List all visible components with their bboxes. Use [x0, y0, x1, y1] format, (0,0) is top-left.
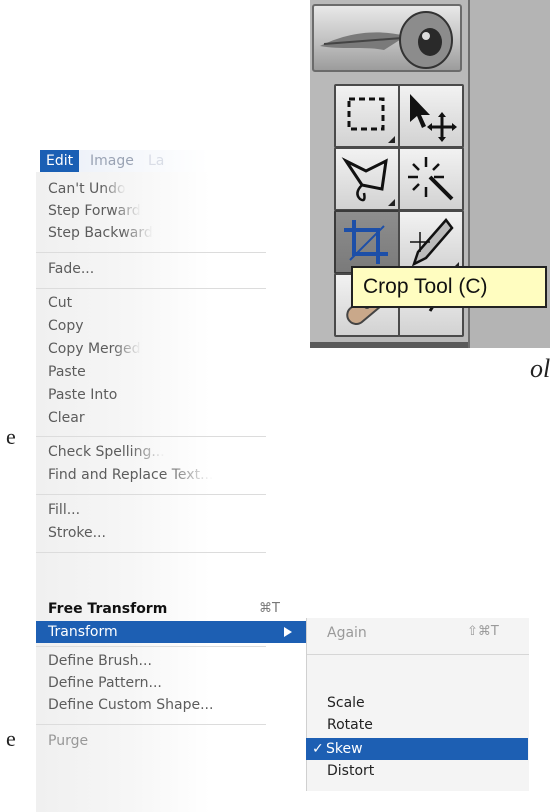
menu-separator: [36, 288, 266, 289]
checkmark-icon: ✓: [312, 741, 324, 757]
submenu-item-skew[interactable]: ✓ Skew: [306, 738, 528, 760]
magic-wand-tool-icon: [408, 157, 454, 201]
menu-item-paste[interactable]: Paste: [48, 361, 86, 383]
submenu-item-again[interactable]: Again: [327, 622, 367, 644]
crop-tool-tooltip: Crop Tool (C): [351, 266, 547, 308]
menu-item-free-transform[interactable]: Free Transform: [48, 598, 167, 620]
menu-item-fade[interactable]: Fade...: [48, 258, 94, 280]
menu-item-purge[interactable]: Purge: [48, 730, 88, 752]
lasso-tool-button[interactable]: [334, 147, 400, 211]
transform-submenu: Again ⇧⌘T Scale Rotate Distort: [306, 618, 529, 791]
menu-item-undo[interactable]: Can't Undo: [48, 178, 126, 200]
menu-item-cut[interactable]: Cut: [48, 292, 72, 314]
menu-item-fill[interactable]: Fill...: [48, 499, 80, 521]
menu-layer[interactable]: La: [142, 150, 170, 172]
menu-item-check-spelling[interactable]: Check Spelling...: [48, 441, 165, 463]
menu-separator: [36, 436, 266, 437]
menu-item-copy-merged[interactable]: Copy Merged: [48, 338, 141, 360]
menu-bar: Edit Image La: [40, 150, 280, 172]
menu-item-free-transform-label: Free Transform: [48, 601, 168, 617]
menu-item-transform-label: Transform: [48, 624, 118, 640]
free-transform-shortcut: ⌘T: [259, 601, 280, 616]
menu-item-define-custom-shape[interactable]: Define Custom Shape...: [48, 694, 213, 716]
move-tool-icon: [410, 94, 457, 142]
toolbox-bottom-edge: [310, 342, 468, 348]
menu-item-paste-into[interactable]: Paste Into: [48, 384, 117, 406]
submenu-item-rotate[interactable]: Rotate: [327, 714, 373, 736]
background-text-fragment: e: [6, 726, 16, 751]
toolbox-banner-logo[interactable]: [312, 4, 462, 72]
submenu-item-scale[interactable]: Scale: [327, 692, 365, 714]
menu-item-define-pattern[interactable]: Define Pattern...: [48, 672, 162, 694]
menu-item-define-brush[interactable]: Define Brush...: [48, 650, 152, 672]
submenu-item-skew-label: Skew: [326, 741, 363, 757]
menu-item-copy[interactable]: Copy: [48, 315, 84, 337]
menu-separator: [36, 646, 266, 647]
menu-separator: [36, 252, 266, 253]
edit-menu: Can't Undo Step Forward Step Backward Fa…: [36, 172, 304, 812]
submenu-item-distort[interactable]: Distort: [327, 760, 374, 782]
menu-separator: [36, 494, 266, 495]
menu-item-find-replace[interactable]: Find and Replace Text...: [48, 464, 213, 486]
background-text-fragment: ol: [530, 354, 550, 383]
menu-separator: [36, 724, 266, 725]
crop-tool-button[interactable]: [334, 210, 400, 274]
menu-item-step-backward[interactable]: Step Backward: [48, 222, 153, 244]
menu-image[interactable]: Image: [84, 150, 140, 172]
menu-item-transform[interactable]: Transform: [36, 621, 306, 643]
menu-item-stroke[interactable]: Stroke...: [48, 522, 106, 544]
menu-item-clear[interactable]: Clear: [48, 407, 85, 429]
menu-separator: [36, 552, 266, 553]
background-text-fragment: e: [6, 424, 16, 449]
submenu-separator: [307, 654, 529, 655]
magic-wand-tool-button[interactable]: [398, 147, 464, 211]
marquee-tool-button[interactable]: [334, 84, 400, 148]
menu-item-step-forward[interactable]: Step Forward: [48, 200, 141, 222]
feather-eye-logo-icon: [320, 11, 453, 69]
menu-edit[interactable]: Edit: [40, 150, 80, 172]
again-shortcut: ⇧⌘T: [467, 624, 499, 639]
submenu-arrow-icon: [284, 627, 292, 637]
crop-tool-icon: [344, 220, 388, 264]
move-tool-button[interactable]: [398, 84, 464, 148]
slice-tool-button[interactable]: [398, 210, 464, 274]
